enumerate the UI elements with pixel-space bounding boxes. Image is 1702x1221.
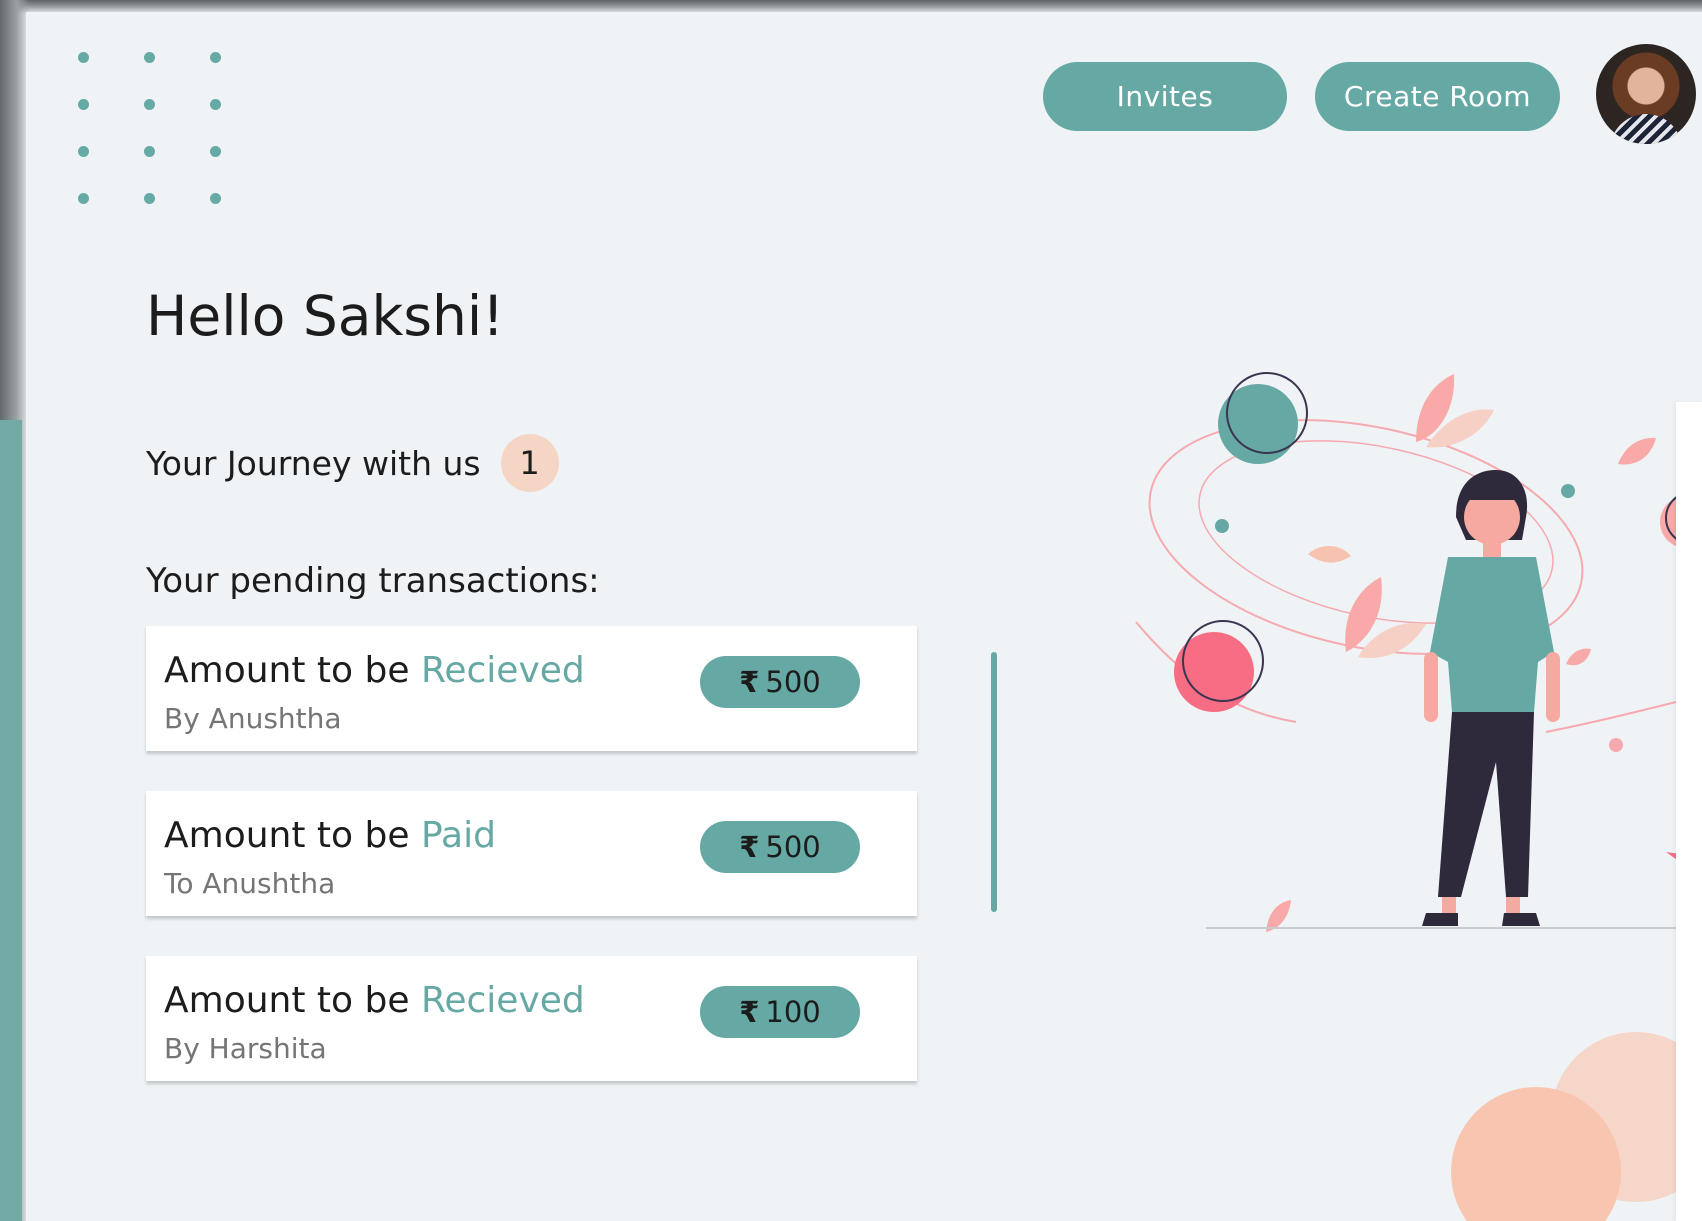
transaction-type: Recieved: [420, 650, 585, 691]
transaction-card[interactable]: Amount to be Recieved By Anushtha ₹ 500: [146, 626, 917, 751]
decorative-blobs: [1451, 1032, 1702, 1221]
transaction-type: Recieved: [420, 980, 585, 1021]
transaction-card[interactable]: Amount to be Paid To Anushtha ₹ 500: [146, 791, 917, 916]
invites-button[interactable]: Invites: [1043, 62, 1287, 131]
transaction-title: Amount to be Recieved: [164, 980, 585, 1021]
transaction-title: Amount to be Recieved: [164, 650, 585, 691]
transaction-party: By Anushtha: [164, 702, 342, 735]
journey-count-badge: 1: [500, 434, 559, 492]
avatar[interactable]: [1596, 44, 1696, 144]
amount-value: 100: [765, 995, 821, 1029]
transaction-title-prefix: Amount to be: [164, 650, 410, 691]
transaction-party: To Anushtha: [164, 867, 336, 900]
transaction-title: Amount to be Paid: [164, 815, 496, 856]
page-title: Hello Sakshi!: [146, 284, 505, 348]
pending-transactions-heading: Your pending transactions:: [146, 561, 600, 601]
transaction-title-prefix: Amount to be: [164, 815, 410, 856]
amount-badge[interactable]: ₹ 100: [700, 986, 860, 1038]
right-edge-panel: [1676, 402, 1702, 1221]
amount-value: 500: [765, 665, 821, 699]
amount-value: 500: [765, 830, 821, 864]
transaction-title-prefix: Amount to be: [164, 980, 410, 1021]
background-teal-panel: [0, 420, 22, 1221]
amount-badge[interactable]: ₹ 500: [700, 821, 860, 873]
dashboard-page: Invites Create Room Hello Sakshi! Your J…: [26, 12, 1702, 1221]
create-room-button[interactable]: Create Room: [1315, 62, 1560, 131]
amount-badge[interactable]: ₹ 500: [700, 656, 860, 708]
person-illustration: [1135, 372, 1702, 932]
journey-row: Your Journey with us 1: [146, 434, 559, 492]
rupee-icon: ₹: [739, 995, 760, 1029]
transaction-party: By Harshita: [164, 1032, 327, 1065]
journey-label: Your Journey with us: [146, 443, 481, 483]
scrollbar[interactable]: [991, 652, 997, 912]
transaction-card[interactable]: Amount to be Recieved By Harshita ₹ 100: [146, 956, 917, 1081]
dots-pattern-icon: [78, 52, 276, 240]
transaction-type: Paid: [420, 815, 496, 856]
rupee-icon: ₹: [739, 665, 760, 699]
rupee-icon: ₹: [739, 830, 760, 864]
